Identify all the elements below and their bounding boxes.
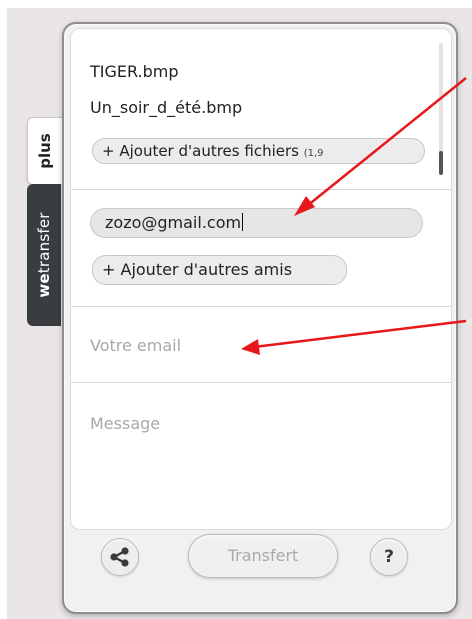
text-cursor [242,213,244,231]
add-friends-button[interactable]: + Ajouter d'autres amis [92,255,347,285]
screenshot: plus wetransfer TIGER.bmp Un_soir_d_été.… [0,0,472,619]
help-icon: ? [384,547,394,567]
recipient-email: zozo@gmail.com [105,213,242,232]
message-input[interactable]: Message [90,414,160,433]
brand-bold-part: we [35,273,53,298]
share-button[interactable] [101,538,139,576]
transfer-form: TIGER.bmp Un_soir_d_été.bmp + Ajouter d'… [70,28,452,530]
file-item: TIGER.bmp [90,62,179,81]
tab-wetransfer[interactable]: wetransfer [27,184,61,326]
wetransfer-logo: wetransfer [35,212,53,297]
divider [71,306,451,307]
files-size-note: (1,9 [303,148,324,159]
recipient-email-chip[interactable]: zozo@gmail.com [90,208,423,238]
brand-rest-part: transfer [35,212,53,274]
add-friends-label: + Ajouter d'autres amis [102,260,293,279]
transfer-button[interactable]: Transfert [188,534,338,578]
tab-plus-label: plus [36,133,54,169]
tab-plus[interactable]: plus [27,117,62,185]
help-button[interactable]: ? [370,538,408,576]
transfer-panel: TIGER.bmp Un_soir_d_été.bmp + Ajouter d'… [62,22,458,614]
divider [71,382,451,383]
file-item: Un_soir_d_été.bmp [90,98,243,117]
add-files-button[interactable]: + Ajouter d'autres fichiers (1,9 [92,138,425,164]
add-files-label: + Ajouter d'autres fichiers [102,142,299,160]
share-icon [110,547,129,567]
your-email-input[interactable]: Votre email [90,336,181,355]
file-list-scroll-thumb[interactable] [439,151,443,175]
divider [71,189,451,190]
